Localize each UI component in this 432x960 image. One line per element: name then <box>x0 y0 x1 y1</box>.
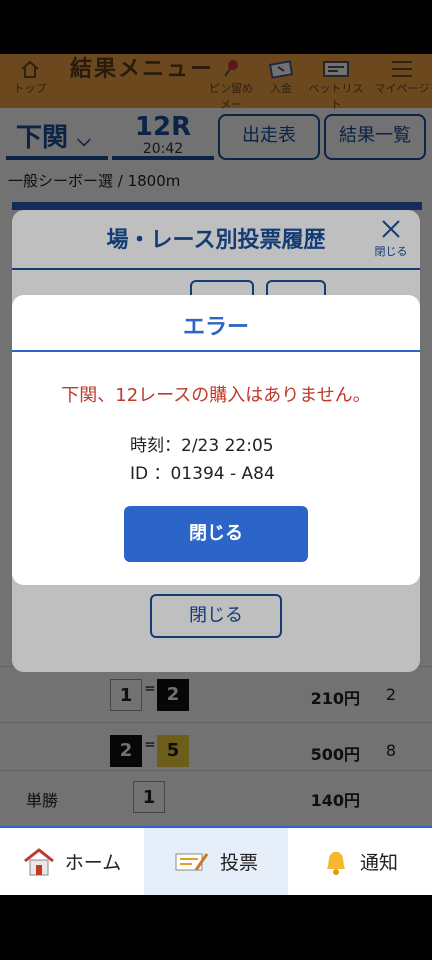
error-id: ID ：01394 - A84 <box>130 464 275 484</box>
error-modal: エラー 下関、12レースの購入はありません。 時刻：2/23 22:05 ID … <box>12 295 420 585</box>
tab-notice[interactable]: 通知 <box>288 828 432 895</box>
status-bar <box>0 0 432 54</box>
system-nav-bar <box>0 895 432 960</box>
error-time: 時刻：2/23 22:05 <box>130 436 274 456</box>
error-modal-title: エラー <box>182 315 249 340</box>
house-icon <box>23 847 54 875</box>
tab-vote[interactable]: 投票 <box>144 828 288 895</box>
tab-home-label: ホーム <box>64 852 122 874</box>
bell-icon <box>326 851 345 875</box>
divider <box>12 350 420 352</box>
error-message: 下関、12レースの購入はありません。 <box>61 385 371 406</box>
app-screen: トップ 結果メニュー ピン留めメー 入金 ベットリスト マイページ 下関 ⌵ 1… <box>0 54 432 895</box>
tab-home[interactable]: ホーム <box>0 828 144 895</box>
bottom-tab-bar: ホーム 投票 通知 <box>0 826 432 895</box>
tab-vote-label: 投票 <box>219 852 258 874</box>
error-close-button[interactable]: 閉じる <box>124 506 308 562</box>
tab-notice-label: 通知 <box>359 852 398 874</box>
ticket-pencil-icon <box>175 852 209 871</box>
